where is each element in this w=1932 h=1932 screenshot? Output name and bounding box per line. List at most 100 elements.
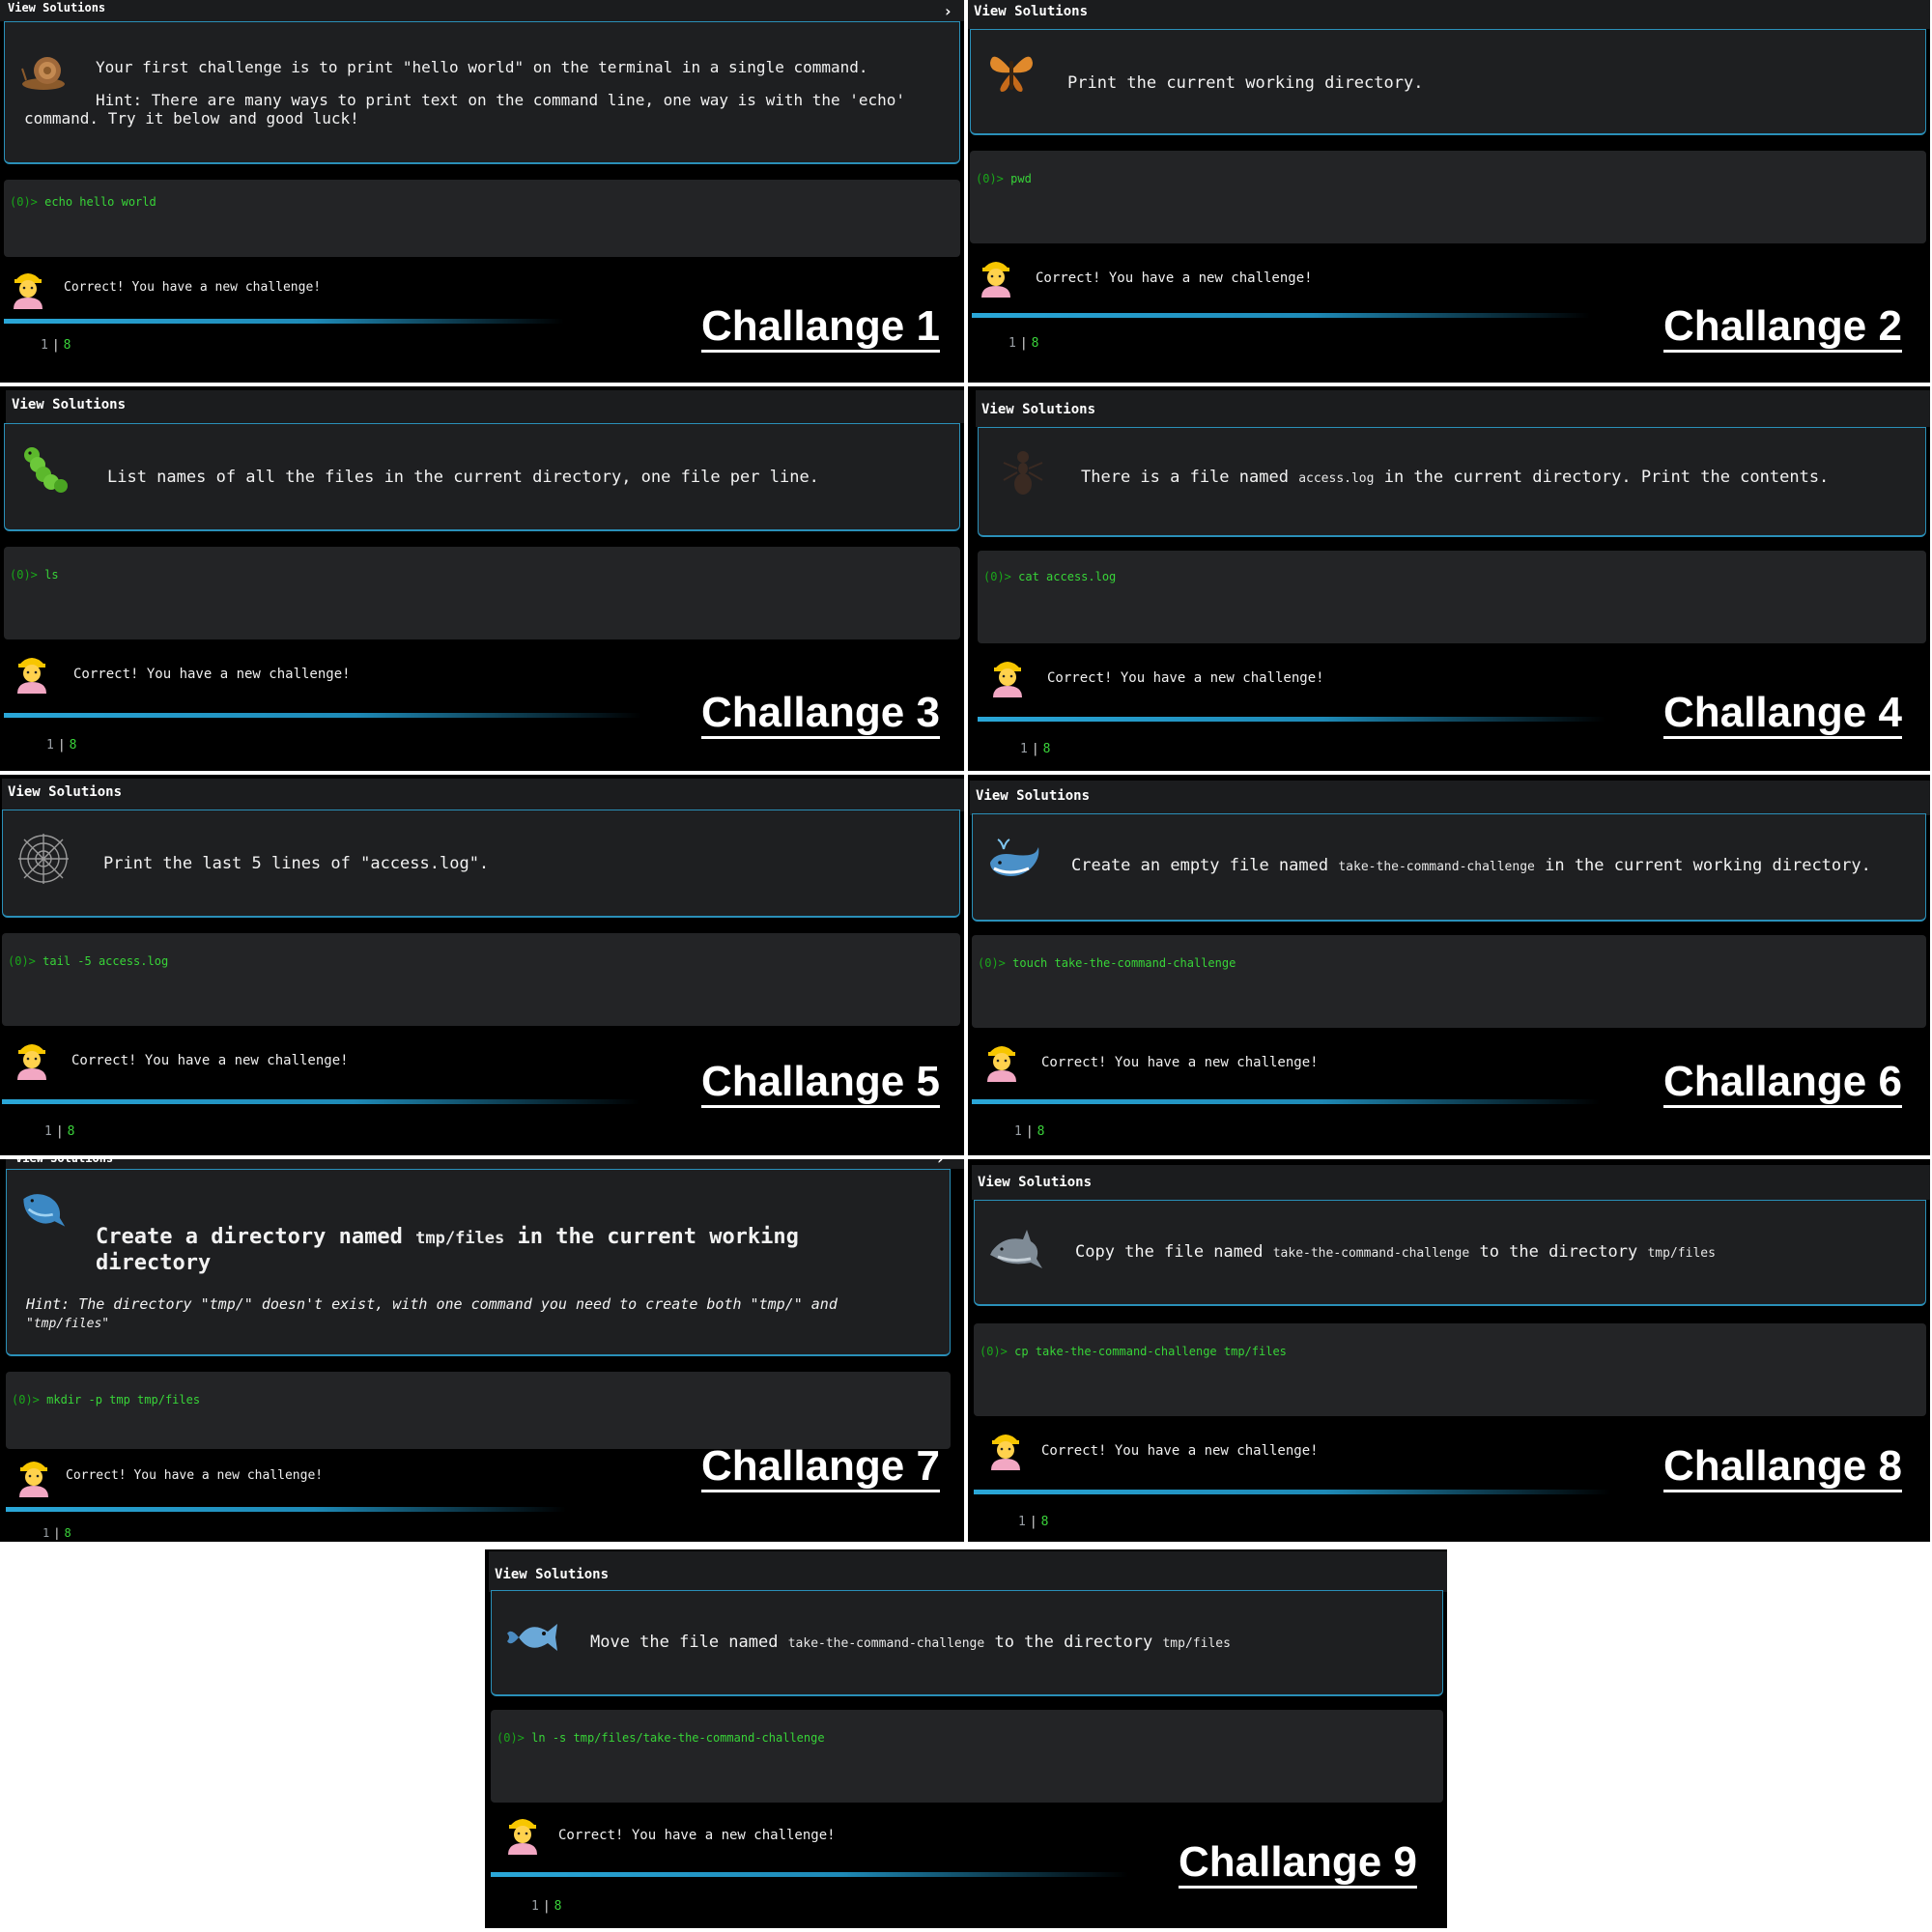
progress-current: 1 [46,738,54,753]
challenge-text: List names of all the files in the curre… [107,468,819,487]
view-solutions-toggle[interactable]: View Solutions [2,779,964,811]
view-solutions-label: View Solutions [976,788,1091,804]
terminal-input[interactable]: (0)> cp take-the-command-challenge tmp/f… [974,1323,1926,1416]
terminal-input[interactable]: (0)> touch take-the-command-challenge [972,935,1926,1028]
terminal-input[interactable]: (0)> cat access.log [978,551,1926,643]
success-message: Correct! You have a new challenge! [66,1468,324,1483]
progress-current: 1 [41,338,48,353]
terminal-input[interactable]: (0)> tail -5 access.log [2,933,960,1026]
progress-total: 8 [64,1526,71,1540]
challenge-text: Copy the file named take-the-command-cha… [1075,1241,1716,1264]
view-solutions-label: View Solutions [15,1159,113,1165]
challenge-description: Copy the file named take-the-command-cha… [974,1200,1926,1306]
progress-counter: 1 | 8 [1020,742,1050,756]
spider-web-icon [18,834,69,884]
view-solutions-toggle[interactable]: View Solutions › [6,1159,964,1169]
progress-sep: | [542,1899,551,1914]
view-solutions-toggle[interactable]: View Solutions [489,1551,1447,1592]
challenge-hint-cont: "tmp/files" [26,1317,110,1331]
progress-sep: | [55,1124,64,1139]
woman-construction-worker-icon [19,1462,48,1497]
challenge-text-a: There is a file named [1081,468,1289,487]
success-message: Correct! You have a new challenge! [1047,670,1324,686]
woman-construction-worker-icon [17,1044,46,1080]
challenge-title: Challange 9 [1179,1839,1417,1889]
progress-counter: 1 | 8 [531,1899,561,1914]
view-solutions-toggle[interactable]: View Solutions [968,0,1930,29]
view-solutions-toggle[interactable]: View Solutions › [0,0,964,21]
command-text: cat access.log [1018,570,1117,583]
challenge-description: Move the file named take-the-command-cha… [491,1590,1443,1696]
dolphin-icon [990,1230,1042,1268]
challenge-title: Challange 4 [1663,690,1902,739]
whale-icon [990,838,1039,876]
view-solutions-toggle[interactable]: View Solutions [976,390,1930,427]
progress-current: 1 [1020,742,1028,756]
progress-bar [6,1507,566,1512]
prompt-line: (0)> tail -5 access.log [8,954,168,968]
success-message: Correct! You have a new challenge! [558,1828,836,1843]
command-text: touch take-the-command-challenge [1012,956,1236,970]
prompt-line: (0)> ls [10,568,59,582]
view-solutions-toggle[interactable]: View Solutions [972,1165,1930,1200]
view-solutions-label: View Solutions [8,1,106,14]
progress-counter: 1 | 8 [1009,336,1038,351]
challenge-text: Create an empty file named take-the-comm… [1071,855,1871,878]
challenge-text-a: Create a directory named [96,1225,403,1249]
woman-construction-worker-icon [981,262,1010,298]
success-message: Correct! You have a new challenge! [1036,270,1313,286]
success-message: Correct! You have a new challenge! [1041,1055,1319,1070]
progress-current: 1 [1018,1515,1026,1529]
progress-current: 1 [44,1124,52,1139]
prompt-symbol: (0)> [976,172,1004,185]
challenge-code-filename: access.log [1298,471,1375,486]
progress-current: 1 [1014,1124,1022,1139]
progress-total: 8 [1031,336,1039,351]
progress-sep: | [1019,336,1028,351]
prompt-symbol: (0)> [983,570,1011,583]
terminal-input[interactable]: (0)> echo hello world [4,180,960,257]
progress-counter: 1 | 8 [1014,1124,1044,1139]
challenge-title: Challange 6 [1663,1059,1902,1108]
challenge-text-a: Create an empty file named [1071,856,1329,875]
progress-counter: 1 | 8 [46,738,76,753]
progress-bar [972,1099,1600,1104]
challenge-description: Create a directory named tmp/files in th… [6,1169,951,1356]
chevron-right-icon: › [935,1159,945,1168]
challenge-text-b: in the current working directory. [1545,856,1871,875]
terminal-input[interactable]: (0)> pwd [970,151,1926,243]
challenge-code-filename: take-the-command-challenge [787,1636,985,1651]
ant-icon [1003,451,1043,495]
snail-icon [21,57,65,90]
prompt-symbol: (0)> [980,1345,1008,1358]
progress-bar [972,313,1590,318]
progress-current: 1 [531,1899,539,1914]
progress-total: 8 [69,738,77,753]
challenge-title: Challange 1 [701,303,940,353]
challenge-text-b: in the current directory. Print the cont… [1383,468,1830,487]
challenge-text: Create a directory named tmp/files in th… [96,1224,799,1252]
progress-counter: 1 | 8 [44,1124,74,1139]
butterfly-icon [990,56,1033,92]
challenge-description: Print the current working directory. [970,29,1926,135]
challenge-text-cont: directory [96,1251,212,1275]
challenge-description: List names of all the files in the curre… [4,423,960,531]
terminal-input[interactable]: (0)> ln -s tmp/files/take-the-command-ch… [491,1710,1443,1803]
challenge-text-a: Copy the file named [1075,1242,1264,1262]
terminal-input[interactable]: (0)> ls [4,547,960,639]
command-text: cp take-the-command-challenge tmp/files [1014,1345,1287,1358]
progress-sep: | [51,338,60,353]
woman-construction-worker-icon [991,1435,1020,1470]
woman-construction-worker-icon [508,1819,537,1855]
view-solutions-toggle[interactable]: View Solutions [6,390,964,423]
command-text: ls [44,568,59,582]
challenge-text-b: in the current working [517,1225,799,1249]
challenge-hint-cont: command. Try it below and good luck! [24,109,359,128]
woman-construction-worker-icon [14,273,43,309]
view-solutions-toggle[interactable]: View Solutions [970,781,1930,815]
terminal-input[interactable]: (0)> mkdir -p tmp tmp/files [6,1372,951,1449]
challenge-text: There is a file named access.log in the … [1081,467,1829,490]
view-solutions-label: View Solutions [974,4,1089,19]
command-text: ln -s tmp/files/take-the-command-challen… [531,1731,825,1745]
progress-total: 8 [1037,1124,1045,1139]
